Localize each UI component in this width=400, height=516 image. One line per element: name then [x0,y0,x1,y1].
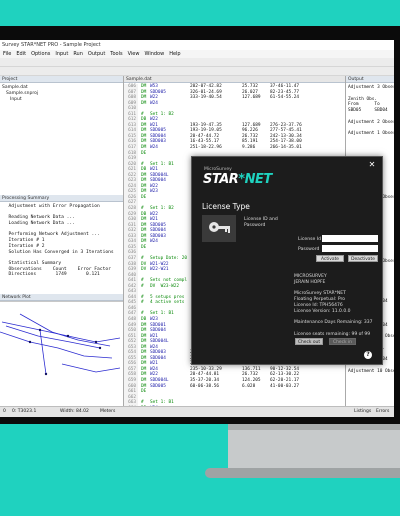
menu-item-file[interactable]: File [3,51,11,57]
plot-station [44,372,48,376]
monitor-stand-base [205,468,400,478]
code-station: W22-W21 [150,267,169,273]
menu-item-options[interactable]: Options [31,51,50,57]
project-item[interactable]: Input [2,97,121,103]
processing-log: Adjustment with Error Propagation Readin… [0,202,123,294]
code-angle: 333-19-40.54 [190,95,222,101]
status-coord: 0: T3023.1 [12,409,37,414]
license-info-line: License seats remaining: 99 of 99 [294,331,371,337]
output-line: Adjustment 1 Observ [348,131,394,137]
plot-line [5,325,101,349]
code-distance: 9.286 [242,145,256,151]
key-icon [209,222,230,233]
menu-item-view[interactable]: View [128,51,140,57]
project-panel-header: Project [0,76,123,83]
dialog-title: License Type [202,202,250,211]
monitor-stand [228,424,400,468]
tab-errors[interactable]: Errors [376,407,389,417]
code-keyword: DE [141,389,147,395]
toolbar-secondary [0,67,394,82]
activate-button[interactable]: Activate [316,255,344,262]
code-angle: 251-18-22.96 [190,145,222,151]
plot-panel-header: Network Plot [0,294,123,301]
license-key-option[interactable] [202,215,236,242]
brand-net: *NET [238,172,272,187]
output-header: Output [346,76,394,83]
toolbar-main [0,58,394,73]
window-title: Survey STAR*NET PRO - Sample Project [0,40,394,50]
menu-item-edit[interactable]: Edit [16,51,26,57]
monitor-bezel: Survey STAR*NET PRO - Sample Project Fil… [0,26,400,424]
menu-item-window[interactable]: Window [144,51,164,57]
code-distance: 127.689 [242,95,261,101]
network-plot-svg [0,313,121,376]
output-line: Adjustment 3 Observ [348,85,394,90]
brand-logo: STAR*NET [203,172,272,187]
status-units: Meters [100,409,116,414]
code-line[interactable]: 661 DE [124,389,345,395]
status-pos: 0 [3,409,6,414]
plot-line [1,321,121,343]
menu-item-run[interactable]: Run [73,51,83,57]
output-line: Adjustment 10 Obser [348,369,394,375]
log-panel-header: Processing Summary [0,195,123,202]
stand-shadow [228,424,400,430]
plot-station [66,334,70,338]
left-panels: Project Sample.dat Sample.snproj Input Pro… [0,76,124,413]
help-icon[interactable]: ? [364,351,372,359]
password-field[interactable] [322,245,378,252]
code-keyword: DV [141,267,147,273]
license-id-label: License Id [298,237,322,242]
checkin-button[interactable]: Check in [329,338,356,345]
project-tree[interactable]: Sample.dat Sample.snproj Input [0,83,123,195]
checkout-button[interactable]: Check out [295,338,323,345]
menu-item-input[interactable]: Input [55,51,68,57]
brand-star: STAR [203,172,239,187]
network-plot[interactable] [0,301,123,413]
license-option-label: License ID and Password [244,217,278,228]
plot-station [38,328,42,332]
log-line: Solution Has Converged in 3 Iterations [3,249,114,255]
tab-listings[interactable]: Listings [354,407,371,417]
license-dialog: ✕ MicroSurvey STAR*NET License Type Lice… [191,156,383,365]
code-zenith: 61-54-55.24 [270,95,300,101]
status-width: Width: 84.02 [60,409,89,414]
license-id-field[interactable] [322,235,378,242]
close-icon[interactable]: ✕ [368,161,376,169]
plot-station [98,346,102,350]
menu-item-tools[interactable]: Tools [110,51,122,57]
password-label: Password [298,247,320,252]
plot-line [61,363,121,373]
license-info-line: Maintenance Days Remaining: 337 [294,320,373,326]
code-line[interactable]: 617 DM W24 251-18-22.96 9.286 266-14-35.01 [124,145,345,151]
app-window: Survey STAR*NET PRO - Sample Project Fil… [0,40,394,417]
menu-item-help[interactable]: Help [169,51,180,57]
license-info: MICROSURVEY JERAIN HOPFE MicroSurvey STAR*… [294,274,373,338]
log-line: Directions 1749 0.121 [3,272,100,278]
plot-station [28,340,32,344]
output-line: SBD05 SBD04 [348,108,388,114]
menu-item-output[interactable]: Output [88,51,105,57]
code-station: W24 [150,145,158,151]
menu-bar: File Edit Options Input Run Output Tools View Wi… [0,50,394,58]
code-zenith: 266-14-35.01 [270,145,302,151]
plot-line [0,331,31,343]
deactivate-button[interactable]: Deactivate [348,255,378,262]
plot-station [94,340,98,344]
editor-tab[interactable]: Sample.dat [124,76,345,83]
output-line: Adjustment 2 Observ [348,119,394,125]
status-bar: 0 0: T3023.1 Width: 84.02 Meters Listing… [0,406,394,417]
